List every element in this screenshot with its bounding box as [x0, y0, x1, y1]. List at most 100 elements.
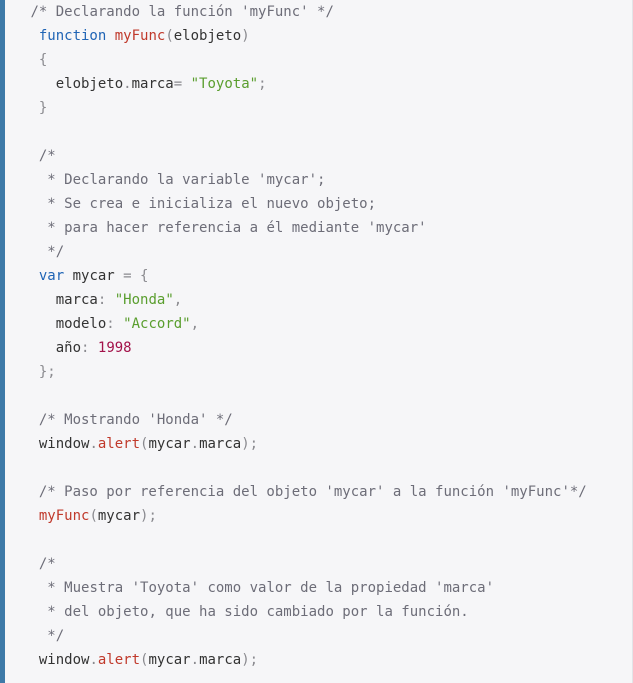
code-punctuation: { [140, 268, 149, 284]
code-keyword: function [38, 28, 107, 44]
code-punctuation: ( [165, 28, 174, 44]
code-comment: * del objeto, que ha sido cambiado por l… [47, 604, 469, 620]
code-line: /* Mostrando 'Honda' */ [22, 408, 233, 432]
code-punctuation: : [106, 316, 115, 332]
code-text: marca [131, 76, 174, 92]
code-line: */ [22, 240, 64, 264]
code-comment: */ [47, 628, 65, 644]
code-line: /* Paso por referencia del objeto 'mycar… [22, 480, 587, 504]
code-comment: /* [38, 148, 56, 164]
code-punctuation: = [173, 76, 183, 92]
code-line: function myFunc(elobjeto) [22, 24, 250, 48]
code-line: } [22, 96, 47, 120]
code-text: elobjeto [173, 28, 242, 44]
code-comment: * para hacer referencia a él mediante 'm… [47, 220, 427, 236]
code-line: elobjeto.marca= "Toyota"; [22, 72, 267, 96]
code-punctuation: ) [241, 28, 250, 44]
code-line: * Declarando la variable 'mycar'; [22, 168, 325, 192]
code-line: window.alert(mycar.marca); [22, 648, 258, 672]
code-line: * para hacer referencia a él mediante 'm… [22, 216, 427, 240]
code-function-name: alert [97, 436, 141, 452]
code-text: mycar [64, 268, 124, 284]
code-comment: */ [47, 244, 65, 260]
code-punctuation: . [89, 652, 98, 668]
code-line: * Se crea e inicializa el nuevo objeto; [22, 192, 376, 216]
code-punctuation: ; [258, 76, 267, 92]
code-line: año: 1998 [22, 336, 132, 360]
code-punctuation: { [38, 52, 48, 68]
code-string: "Honda" [114, 292, 174, 308]
code-line: window.alert(mycar.marca); [22, 432, 258, 456]
code-text: modelo [55, 316, 107, 332]
code-text: window [38, 436, 90, 452]
code-line: /* [22, 144, 56, 168]
code-keyword: var [38, 268, 65, 284]
code-punctuation: } [38, 100, 48, 116]
code-line: * del objeto, que ha sido cambiado por l… [22, 600, 469, 624]
code-comment: /* [38, 556, 56, 572]
code-block: /* Declarando la función 'myFunc' */ fun… [0, 0, 633, 683]
code-punctuation: . [123, 76, 132, 92]
code-text: marca [199, 436, 242, 452]
code-line: { [22, 48, 47, 72]
code-text: mycar [148, 436, 191, 452]
code-punctuation: . [190, 436, 200, 452]
code-comment: * Declarando la variable 'mycar'; [47, 172, 326, 188]
code-comment: * Muestra 'Toyota' como valor de la prop… [47, 580, 495, 596]
code-punctuation: . [190, 652, 200, 668]
code-text: mycar [148, 652, 191, 668]
code-punctuation: }; [38, 364, 56, 380]
code-punctuation: . [89, 436, 98, 452]
code-punctuation: , [190, 316, 200, 332]
code-punctuation: , [173, 292, 183, 308]
code-string: "Toyota" [190, 76, 259, 92]
code-text: elobjeto [55, 76, 124, 92]
code-punctuation: = [123, 268, 132, 284]
code-number: 1998 [97, 340, 132, 356]
code-line: marca: "Honda", [22, 288, 182, 312]
code-text: marca [199, 652, 242, 668]
code-comment: /* Paso por referencia del objeto 'mycar… [38, 484, 587, 500]
code-line: modelo: "Accord", [22, 312, 199, 336]
code-text: marca [55, 292, 98, 308]
code-punctuation: ); [241, 652, 259, 668]
code-punctuation: ); [241, 436, 259, 452]
code-comment: /* Mostrando 'Honda' */ [38, 412, 233, 428]
code-function-name: myFunc [38, 508, 90, 524]
code-text: mycar [97, 508, 141, 524]
code-text: window [38, 652, 90, 668]
code-line: /* [22, 552, 56, 576]
code-line: myFunc(mycar); [22, 504, 157, 528]
code-function-name: myFunc [114, 28, 166, 44]
code-comment: * Se crea e inicializa el nuevo objeto; [47, 196, 377, 212]
code-line: var mycar = { [22, 264, 149, 288]
code-line: /* Declarando la función 'myFunc' */ [22, 0, 333, 24]
code-line: }; [22, 360, 56, 384]
code-function-name: alert [97, 652, 141, 668]
